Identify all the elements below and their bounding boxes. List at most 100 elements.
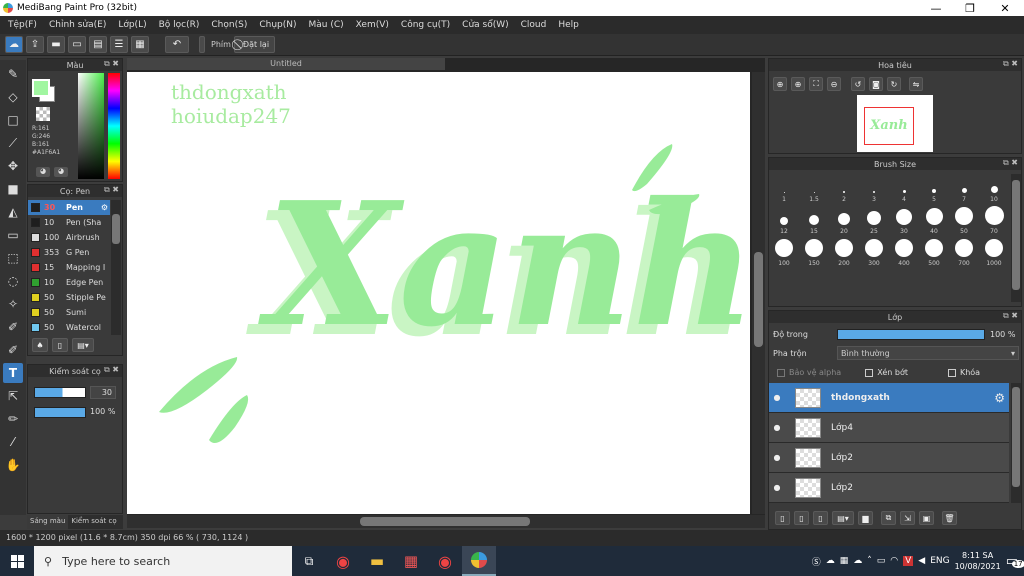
brush-tool-icon[interactable]: ✎ — [3, 64, 23, 84]
layer-row[interactable]: ● thdongxath ⚙ — [769, 383, 1009, 413]
close-button[interactable]: ✕ — [988, 0, 1022, 16]
eraser-tool-icon[interactable]: ◇ — [3, 87, 23, 107]
menu-file[interactable]: Tệp(F) — [2, 20, 43, 30]
visibility-icon[interactable]: ● — [769, 483, 785, 492]
panel-buttons-icon[interactable]: ⧉ ✖ — [1003, 158, 1018, 168]
gear-icon[interactable]: ⚙ — [994, 391, 1009, 405]
menu-window[interactable]: Cửa sổ(W) — [456, 20, 514, 30]
hand-tool-icon[interactable]: ✋ — [3, 455, 23, 475]
visibility-icon[interactable]: ● — [769, 393, 785, 402]
trash-icon[interactable]: 🗑 — [942, 511, 957, 525]
brush-list-scrollbar[interactable] — [111, 200, 121, 335]
magic-wand-tool-icon[interactable]: ✧ — [3, 294, 23, 314]
new-8bit-layer-icon[interactable]: ▯ — [813, 511, 828, 525]
vietkey-icon[interactable]: V — [903, 556, 914, 566]
select-tool-icon[interactable]: ⬚ — [3, 248, 23, 268]
navigator-preview[interactable]: Xanh — [857, 95, 933, 152]
line-tool-icon[interactable]: ⟋ — [3, 133, 23, 153]
brush-size-cell[interactable]: 2 — [829, 173, 859, 203]
cloud-icon[interactable]: ☁ — [5, 36, 23, 53]
select-eraser-tool-icon[interactable]: ✐ — [3, 340, 23, 360]
brush-size-cell[interactable]: 300 — [859, 237, 889, 267]
shape-tool-icon[interactable]: □ — [3, 110, 23, 130]
brush-size-cell[interactable]: 3 — [859, 173, 889, 203]
brush-item[interactable]: 50 Stipple Pe — [28, 290, 110, 305]
brush-size-value[interactable]: 30 — [90, 386, 116, 399]
reset-view-icon[interactable]: ◙ — [869, 77, 883, 91]
blend-mode-select[interactable]: Bình thường ▾ — [837, 346, 1019, 360]
canvas-tab[interactable]: Untitled — [127, 58, 445, 70]
drawing-canvas[interactable]: thdongxath hoiudap247 Xanh Xanh — [127, 72, 750, 514]
panel-buttons-icon[interactable]: ⧉ ✖ — [104, 185, 119, 195]
rotate-right-icon[interactable]: ↻ — [887, 77, 901, 91]
move-tool-icon[interactable]: ✥ — [3, 156, 23, 176]
palette-icon[interactable]: ◕ — [36, 167, 50, 177]
brush-size-cell[interactable]: 150 — [799, 237, 829, 267]
share-icon[interactable]: ⇪ — [26, 36, 44, 53]
brush-menu-icon[interactable]: ▤▾ — [72, 338, 94, 352]
brush-opacity-slider[interactable] — [34, 407, 86, 418]
new-layer-icon[interactable]: ▯ — [775, 511, 790, 525]
language-indicator[interactable]: ENG — [930, 556, 949, 566]
brush-size-cell[interactable]: 12 — [769, 205, 799, 235]
select-pen-tool-icon[interactable]: ✐ — [3, 317, 23, 337]
tab-color[interactable]: Sáng màu — [27, 515, 69, 529]
lasso-tool-icon[interactable]: ◌ — [3, 271, 23, 291]
bucket-tool-icon[interactable]: ◭ — [3, 202, 23, 222]
brush-size-cell[interactable]: 40 — [919, 205, 949, 235]
panel-buttons-icon[interactable]: ⧉ ✖ — [1003, 59, 1018, 69]
menu-tools[interactable]: Công cụ(T) — [395, 20, 456, 30]
brush-size-cell[interactable]: 50 — [949, 205, 979, 235]
brush-size-cell[interactable]: 4 — [889, 173, 919, 203]
layer-row[interactable]: ● Lớp2 — [769, 473, 1009, 503]
canvas-horizontal-scrollbar[interactable] — [127, 515, 765, 528]
new-brush-icon[interactable]: ▯ — [52, 338, 68, 352]
app-icon-red[interactable]: ▦ — [394, 546, 428, 576]
panel-buttons-icon[interactable]: ⧉ ✖ — [104, 59, 119, 69]
brush-item[interactable]: 50 Watercol — [28, 320, 110, 335]
eyedropper-tool-icon[interactable]: ⁄ — [3, 432, 23, 452]
fit-icon[interactable]: ⛶ — [809, 77, 823, 91]
canvas-vertical-scrollbar[interactable] — [752, 72, 765, 514]
brush-size-cell[interactable]: 15 — [799, 205, 829, 235]
menu-cloud[interactable]: Cloud — [515, 20, 553, 30]
menu-filter[interactable]: Bộ lọc(R) — [153, 20, 206, 30]
brush-size-slider[interactable] — [34, 387, 86, 398]
zoom-in-icon[interactable]: ⊕ — [773, 77, 787, 91]
brush-size-cell[interactable]: 500 — [919, 237, 949, 267]
clear-layer-icon[interactable]: ▣ — [919, 511, 934, 525]
wifi-icon[interactable]: ◠ — [890, 556, 898, 566]
battery-icon[interactable]: ▭ — [877, 556, 886, 566]
notification-icon[interactable]: ▭ 17 — [1006, 554, 1024, 569]
layer-row[interactable]: ● Lớp4 — [769, 413, 1009, 443]
operation-tool-icon[interactable]: ⇱ — [3, 386, 23, 406]
brush-item[interactable]: 30 Pen ⚙ — [28, 200, 110, 215]
tray-chevron-icon[interactable]: ˄ — [867, 556, 872, 566]
brush-size-cell[interactable]: 1.5 — [799, 173, 829, 203]
clipping-checkbox[interactable]: Xén bớt — [865, 368, 908, 377]
hue-slider[interactable] — [108, 73, 120, 179]
brush-size-cell[interactable]: 200 — [829, 237, 859, 267]
menu-view[interactable]: Xem(V) — [350, 20, 395, 30]
brush-size-cell[interactable]: 20 — [829, 205, 859, 235]
visibility-icon[interactable]: ● — [769, 423, 785, 432]
brush-size-cell[interactable]: 700 — [949, 237, 979, 267]
brush-size-cell[interactable]: 25 — [859, 205, 889, 235]
task-view-icon[interactable]: ⧉ — [292, 546, 326, 576]
merge-layer-icon[interactable]: ⇲ — [900, 511, 915, 525]
brush-size-cell[interactable]: 5 — [919, 173, 949, 203]
brush-size-cell[interactable]: 1000 — [979, 237, 1009, 267]
duplicate-layer-icon[interactable]: ⧉ — [881, 511, 896, 525]
volume-icon[interactable]: ◀ — [918, 556, 925, 566]
brush-item[interactable]: 353 G Pen — [28, 245, 110, 260]
brush-size-cell[interactable]: 70 — [979, 205, 1009, 235]
saturation-value-picker[interactable] — [78, 73, 104, 179]
lock-checkbox[interactable]: Khóa — [947, 368, 980, 377]
tab-brush-control[interactable]: Kiểm soát cọ — [68, 515, 119, 529]
clock[interactable]: 8:11 SA 10/08/2021 — [955, 550, 1001, 572]
alpha-protect-checkbox[interactable]: Bảo vệ alpha — [777, 368, 841, 377]
gear-icon[interactable]: ⚙ — [101, 203, 110, 212]
file-explorer-icon[interactable]: ▬ — [360, 546, 394, 576]
list-icon[interactable]: ☰ — [110, 36, 128, 53]
visibility-icon[interactable]: ● — [769, 453, 785, 462]
